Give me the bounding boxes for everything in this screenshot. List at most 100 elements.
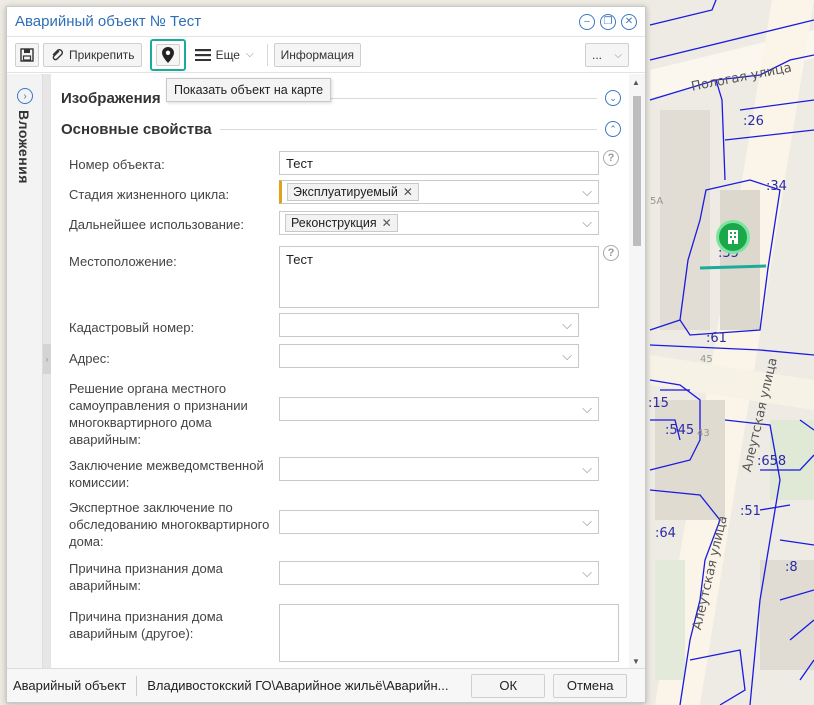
close-icon[interactable]: ✕	[621, 13, 637, 30]
form-content: Изображения ⌄ Основные свойства ⌃ Номер …	[51, 74, 629, 668]
chevron-down-icon[interactable]: ⌵	[582, 514, 592, 530]
chevron-down-icon[interactable]: ⌵	[582, 401, 592, 417]
scroll-down-icon[interactable]: ▼	[632, 657, 640, 666]
ok-button[interactable]: ОК	[471, 673, 546, 698]
further-use-tag: Реконструкция ✕	[285, 214, 398, 232]
chevron-down-icon[interactable]: ⌵	[562, 348, 572, 364]
remove-tag-icon[interactable]: ✕	[382, 216, 392, 230]
more-button[interactable]: Еще ⌵	[189, 42, 259, 67]
attachments-label: Вложения	[16, 110, 32, 184]
attach-label: Прикрепить	[69, 47, 135, 62]
parcel-label: :8	[785, 560, 798, 575]
section-images[interactable]: Изображения ⌄	[61, 88, 621, 108]
parcel-label: :545	[665, 423, 695, 438]
attachments-panel[interactable]: › Вложения	[7, 74, 43, 668]
parcel-label: :34	[766, 179, 787, 194]
chevron-down-icon: ⌵	[245, 49, 254, 60]
chevron-down-icon[interactable]: ⌵	[582, 461, 592, 477]
reason-select[interactable]: ⌵	[279, 561, 599, 585]
section-images-title: Изображения	[61, 89, 161, 107]
object-number-value: Тест	[286, 155, 313, 171]
reason-other-textarea[interactable]	[279, 604, 619, 662]
object-path-text: Владивостокский ГО\Аварийное жильё\Авари…	[147, 678, 449, 693]
remove-tag-icon[interactable]: ✕	[403, 185, 413, 199]
commission-label: Заключение межведомственной комиссии:	[69, 458, 264, 490]
parcel-label: :658	[757, 454, 787, 469]
parcel-label: :51	[740, 504, 761, 519]
building-number: 45	[700, 354, 713, 365]
chevron-down-icon[interactable]: ⌄	[605, 90, 621, 106]
object-dialog: Аварийный объект № Тест – ❐ ✕ Прикрепить	[6, 6, 646, 703]
object-number-field[interactable]: Тест	[279, 151, 599, 175]
commission-select[interactable]: ⌵	[279, 457, 599, 481]
reason-label: Причина признания дома аварийным:	[69, 561, 223, 593]
help-icon[interactable]: ?	[603, 150, 619, 166]
chevron-down-icon[interactable]: ⌵	[582, 184, 592, 200]
address-label: Адрес:	[69, 351, 110, 366]
further-use-select[interactable]: Реконструкция ✕ ⌵	[279, 211, 599, 235]
show-on-map-highlight	[149, 38, 186, 71]
decision-label: Решение органа местного самоуправления о…	[69, 381, 248, 447]
lifecycle-label: Стадия жизненного цикла:	[69, 187, 230, 202]
info-label: Информация	[280, 47, 355, 62]
show-on-map-button[interactable]	[155, 43, 180, 66]
lifecycle-tag: Эксплуатируемый ✕	[287, 183, 419, 201]
object-type-text: Аварийный объект	[13, 678, 127, 693]
form-scrollbar[interactable]: ▲ ▼	[629, 74, 645, 668]
save-icon	[20, 47, 34, 62]
location-label: Местоположение:	[69, 254, 177, 269]
chevron-down-icon[interactable]: ⌵	[582, 215, 592, 231]
location-value: Тест	[286, 252, 313, 267]
chevron-down-icon[interactable]: ⌵	[562, 317, 572, 333]
lifecycle-tag-text: Эксплуатируемый	[293, 185, 398, 199]
panel-splitter[interactable]: ›	[43, 74, 51, 668]
further-use-label: Дальнейшее использование:	[69, 217, 244, 232]
location-textarea[interactable]: Тест	[279, 246, 599, 308]
show-on-map-tooltip: Показать объект на карте	[166, 78, 332, 102]
section-main-properties[interactable]: Основные свойства ⌃	[61, 119, 621, 139]
building-number: 5A	[650, 196, 664, 207]
extra-menu-button[interactable]: ... ⌵	[585, 43, 629, 67]
cancel-label: Отмена	[566, 678, 614, 693]
footer-separator	[136, 675, 138, 696]
attach-button[interactable]: Прикрепить	[43, 42, 142, 67]
parcel-label: :64	[655, 526, 676, 541]
expert-select[interactable]: ⌵	[279, 510, 599, 534]
building-icon	[728, 230, 738, 244]
chevron-up-icon[interactable]: ⌃	[605, 121, 621, 137]
minimize-icon[interactable]: –	[579, 13, 595, 30]
tooltip-text: Показать объект на карте	[174, 83, 324, 97]
section-divider	[219, 128, 597, 130]
ok-label: ОК	[499, 678, 518, 693]
more-label: Еще	[215, 47, 240, 62]
toolbar-separator	[266, 43, 268, 66]
status-footer: Аварийный объект Владивостокский ГО\Авар…	[7, 668, 645, 702]
menu-icon	[194, 48, 211, 61]
building-number: 43	[697, 428, 710, 439]
window-title: Аварийный объект № Тест	[15, 13, 202, 30]
restore-icon[interactable]: ❐	[600, 13, 616, 30]
parcel-label: :61	[706, 331, 727, 346]
save-button[interactable]	[15, 42, 39, 67]
cadastral-select[interactable]: ⌵	[279, 313, 579, 337]
title-bar[interactable]: Аварийный объект № Тест – ❐ ✕	[7, 7, 645, 37]
splitter-grip-icon[interactable]: ›	[43, 344, 51, 374]
cadastral-label: Кадастровый номер:	[69, 320, 195, 335]
lifecycle-select[interactable]: Эксплуатируемый ✕ ⌵	[279, 180, 599, 204]
scroll-up-icon[interactable]: ▲	[632, 78, 640, 87]
chevron-down-icon[interactable]: ⌵	[582, 565, 592, 581]
expand-attachments-icon[interactable]: ›	[17, 88, 33, 104]
reason-other-label: Причина признания дома аварийным (другое…	[69, 609, 223, 641]
parcel-label: :26	[743, 114, 764, 129]
chevron-down-icon: ⌵	[614, 49, 622, 61]
info-button[interactable]: Информация	[273, 42, 362, 67]
scroll-thumb[interactable]	[633, 96, 641, 246]
decision-select[interactable]: ⌵	[279, 397, 599, 421]
help-icon[interactable]: ?	[603, 245, 619, 261]
paperclip-icon	[52, 48, 63, 60]
object-marker[interactable]	[716, 220, 750, 254]
object-number-label: Номер объекта:	[69, 157, 165, 172]
address-select[interactable]: ⌵	[279, 344, 579, 368]
cancel-button[interactable]: Отмена	[553, 673, 628, 698]
further-use-tag-text: Реконструкция	[291, 216, 377, 230]
